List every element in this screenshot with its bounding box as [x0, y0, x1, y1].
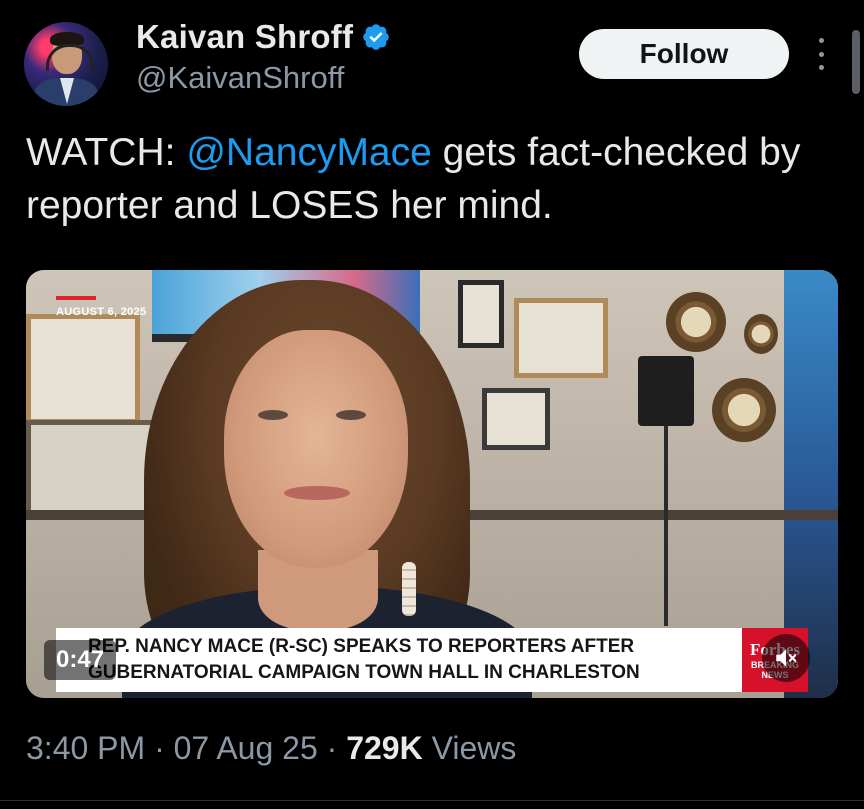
tweet-meta: 3:40 PM · 07 Aug 25 · 729K Views [26, 730, 516, 767]
video-lower-third: REP. NANCY MACE (R-SC) SPEAKS TO REPORTE… [56, 628, 742, 692]
tweet-date[interactable]: 07 Aug 25 [174, 730, 318, 766]
video-bg-speaker [638, 356, 694, 426]
tweet: Kaivan Shroff @KaivanShroff Follow WATCH… [0, 0, 864, 809]
author-display-name[interactable]: Kaivan Shroff [136, 18, 353, 56]
person-eye [258, 410, 288, 420]
mention-link[interactable]: @NancyMace [186, 131, 432, 174]
video-bg-stand [664, 426, 668, 626]
video-date-text: AUGUST 6, 2025 [56, 306, 147, 318]
video-bg-frame [26, 420, 156, 520]
views-label: Views [422, 730, 517, 766]
avatar-headset [46, 44, 94, 71]
person-eye [336, 410, 366, 420]
video-bg-frame [26, 314, 140, 424]
meta-separator: · [317, 730, 347, 766]
verified-badge-icon [363, 24, 389, 50]
video-bg-plaque [744, 314, 778, 354]
tweet-text: WATCH: @NancyMace gets fact-checked by r… [26, 126, 846, 232]
mute-button[interactable] [762, 634, 810, 682]
follow-button[interactable]: Follow [579, 29, 789, 79]
author-name-row: Kaivan Shroff [136, 18, 391, 56]
person-lips [284, 486, 350, 500]
video-bg-plaque [712, 378, 776, 442]
video-duration: 0:47 [44, 640, 117, 680]
video-bg-frame [514, 298, 608, 378]
video-date-tag: AUGUST 6, 2025 [56, 296, 146, 318]
avatar[interactable] [24, 22, 108, 106]
tweet-time[interactable]: 3:40 PM [26, 730, 145, 766]
person-face [224, 330, 408, 568]
video-bg-plaque [666, 292, 726, 352]
more-options-icon[interactable] [812, 38, 830, 70]
author-handle[interactable]: @KaivanShroff [136, 60, 344, 96]
scrollbar[interactable] [852, 30, 860, 94]
person-necklace [402, 562, 416, 616]
meta-separator: · [145, 730, 174, 766]
views-count[interactable]: 729K [346, 730, 423, 766]
lower-third-line-2: GUBERNATORIAL CAMPAIGN TOWN HALL IN CHAR… [88, 662, 640, 683]
divider [0, 800, 864, 801]
lower-third-line-1: REP. NANCY MACE (R-SC) SPEAKS TO REPORTE… [88, 636, 635, 657]
video-bg-frame [458, 280, 504, 348]
date-accent-bar [56, 296, 96, 300]
video-bg-frame [482, 388, 550, 450]
speaker-muted-icon [776, 649, 797, 667]
tweet-text-prefix: WATCH: [26, 131, 187, 174]
video-player[interactable]: AUGUST 6, 2025 REP. NANCY MACE (R-SC) SP… [26, 270, 838, 698]
